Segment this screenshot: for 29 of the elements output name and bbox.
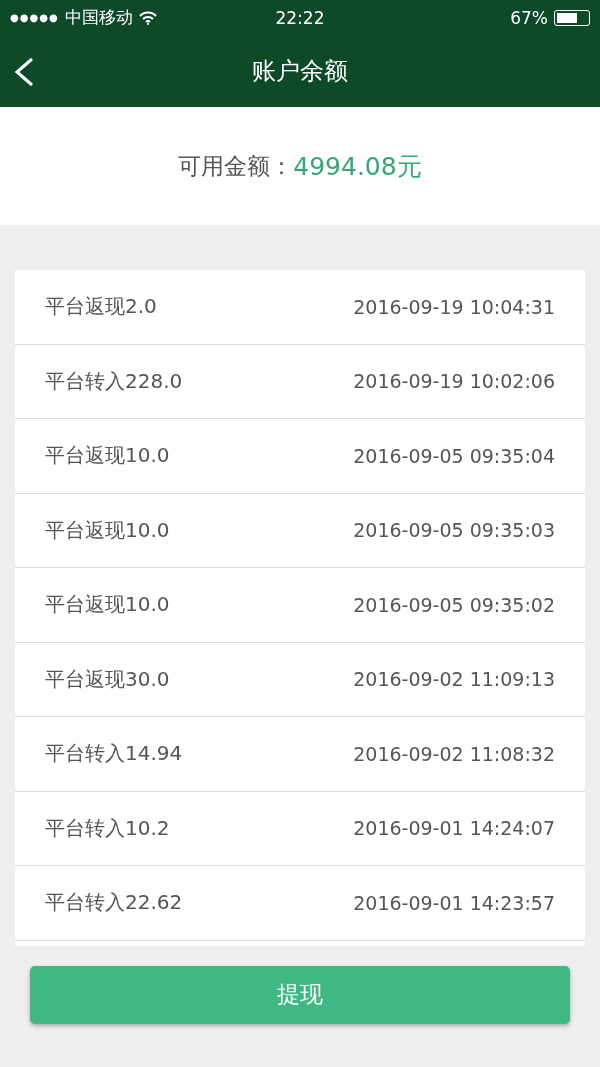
record-description: 平台返现10.0 (45, 591, 170, 619)
record-description: 平台转入22.62 (45, 889, 183, 917)
record-time: 2016-09-19 10:02:06 (353, 370, 555, 393)
carrier-name: 中国移动 (64, 6, 133, 29)
record-time: 2016-09-05 09:35:02 (353, 593, 555, 616)
record-time: 2016-09-01 14:24:07 (353, 817, 555, 840)
page-title: 账户余额 (252, 56, 348, 87)
record-description: 平台返现10.0 (45, 442, 170, 470)
clock-time: 22:22 (275, 7, 325, 28)
balance-amount: 4994.08元 (293, 150, 422, 183)
signal-dots: ●●●●● (10, 12, 59, 23)
back-icon[interactable] (12, 57, 36, 87)
record-time: 2016-09-01 14:23:57 (353, 891, 555, 914)
record-description: 平台返现2.0 (45, 293, 157, 321)
record-description: 平台返现10.0 (45, 516, 170, 544)
wifi-icon (138, 10, 157, 25)
record-time: 2016-09-02 11:09:13 (353, 668, 555, 691)
record-time: 2016-09-05 09:35:04 (353, 444, 555, 467)
record-description: 平台返现30.0 (45, 665, 170, 693)
balance-label: 可用金额： (178, 151, 294, 181)
record-time: 2016-09-19 10:04:31 (353, 295, 555, 318)
record-time: 2016-09-02 11:08:32 (353, 742, 555, 765)
record-time: 2016-09-05 09:35:03 (353, 519, 555, 542)
battery-percent: 67% (510, 7, 548, 28)
record-description: 平台转入228.0 (45, 367, 183, 395)
record-description: 平台转入14.94 (45, 740, 183, 768)
battery-icon (554, 9, 590, 26)
withdraw-button[interactable]: 提现 (30, 965, 570, 1024)
record-description: 平台转入10.2 (45, 814, 170, 842)
